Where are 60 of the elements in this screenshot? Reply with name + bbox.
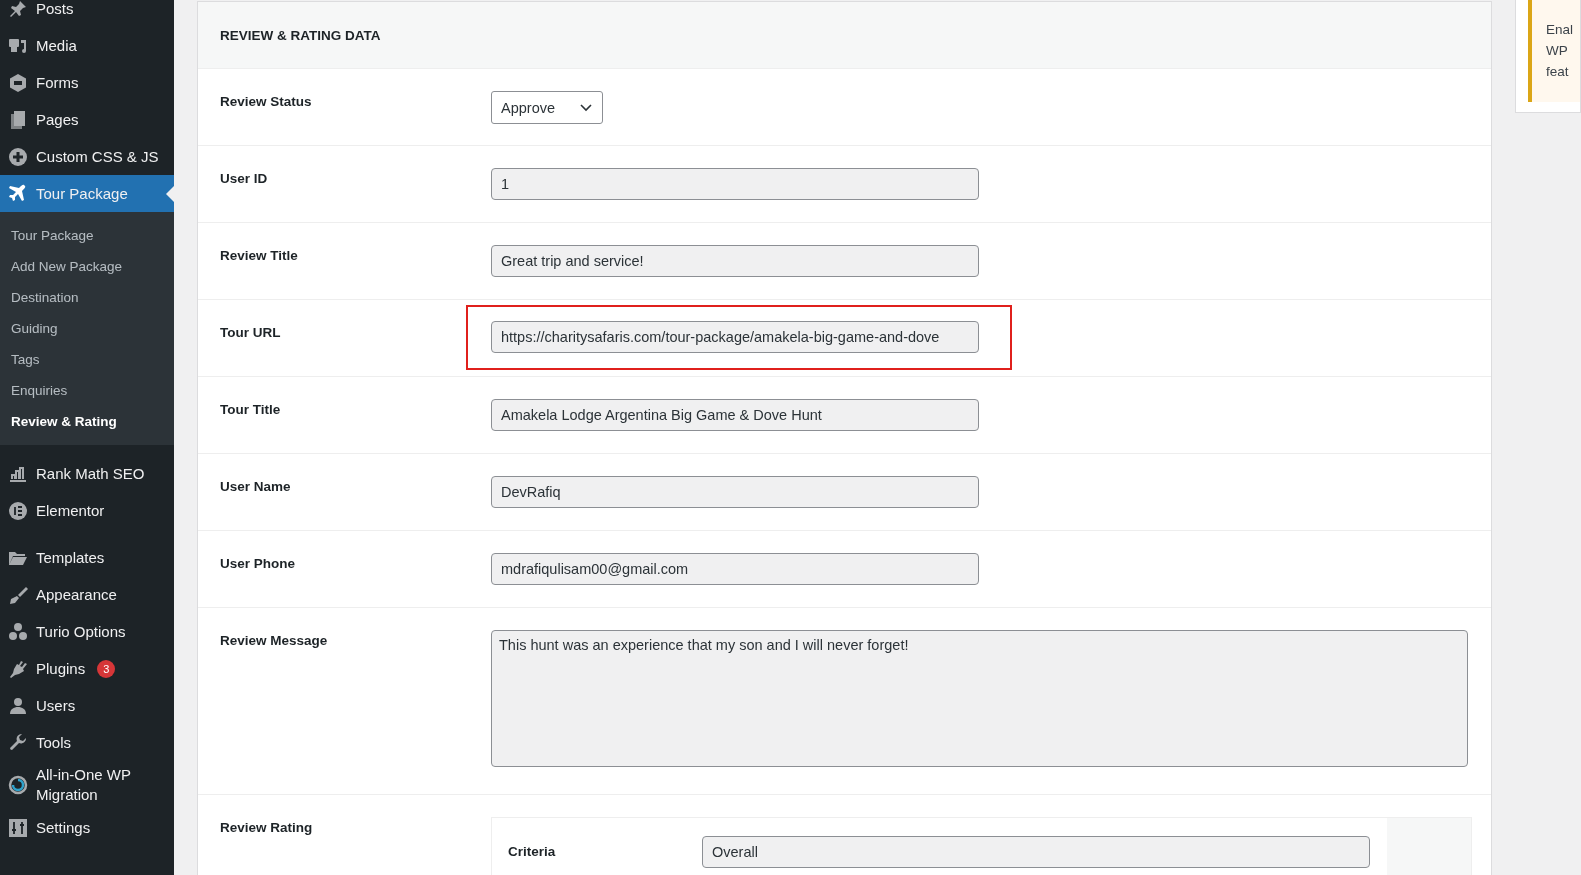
submenu-item[interactable]: Review & Rating: [0, 406, 174, 437]
plug-icon: [8, 658, 28, 679]
pages-icon: [8, 109, 28, 130]
submenu-item[interactable]: Enquiries: [0, 375, 174, 406]
elementor-icon: [8, 500, 28, 521]
menu-item[interactable]: Turio Options: [0, 613, 174, 650]
field-label: Review Message: [220, 632, 329, 650]
wrench-icon: [8, 732, 28, 753]
field-label: Review Title: [220, 247, 299, 265]
plane-icon: [8, 183, 28, 204]
menu-item[interactable]: Elementor: [0, 492, 174, 529]
field-label: Review Status: [220, 93, 313, 111]
field-label: User ID: [220, 170, 269, 188]
text-field[interactable]: Amakela Lodge Argentina Big Game & Dove Hunt: [491, 399, 979, 431]
field-label: Tour Title: [220, 401, 282, 419]
notice-text: Enal: [1546, 21, 1575, 39]
menu-item[interactable]: Rank Math SEO: [0, 455, 174, 492]
menu-item[interactable]: Custom CSS & JS: [0, 138, 174, 175]
menu-item[interactable]: Pages: [0, 101, 174, 138]
user-icon: [8, 695, 28, 716]
panel-title: REVIEW & RATING DATA: [198, 2, 1491, 69]
message-textarea[interactable]: This hunt was an experience that my son and I will never forget!: [491, 630, 1468, 767]
menu-item[interactable]: Plugins 3: [0, 650, 174, 687]
submenu-item[interactable]: Destination: [0, 282, 174, 313]
menu-item[interactable]: Forms: [0, 64, 174, 101]
menu-item[interactable]: Media: [0, 27, 174, 64]
submenu-item[interactable]: Tags: [0, 344, 174, 375]
status-select[interactable]: Approve: [491, 91, 603, 124]
field-label: User Name: [220, 478, 292, 496]
text-field[interactable]: Great trip and service!: [491, 245, 979, 277]
text-field[interactable]: https://charitysafaris.com/tour-package/amakela-big-game-and-dove: [491, 321, 979, 353]
text-field[interactable]: DevRafiq: [491, 476, 979, 508]
field-label: Review Rating: [220, 819, 314, 837]
forms-icon: [8, 72, 28, 93]
criteria-label: Criteria: [508, 843, 557, 861]
migration-icon: [8, 775, 28, 795]
submenu-item[interactable]: Tour Package: [0, 220, 174, 251]
criteria-field[interactable]: Overall: [702, 836, 1370, 868]
brush-icon: [8, 584, 28, 605]
menu-item[interactable]: All-in-One WP Migration: [0, 761, 174, 809]
text-field[interactable]: mdrafiqulisam00@gmail.com: [491, 553, 979, 585]
pin-icon: [8, 0, 28, 19]
menu-item[interactable]: Appearance: [0, 576, 174, 613]
menu-item[interactable]: Users: [0, 687, 174, 724]
menu-item[interactable]: Settings: [0, 809, 174, 846]
sliders-icon: [8, 817, 28, 838]
menu-item[interactable]: Posts: [0, 0, 174, 27]
plus-icon: [8, 146, 28, 167]
menu-item[interactable]: Tools: [0, 724, 174, 761]
text-field[interactable]: 1: [491, 168, 979, 200]
submenu-item[interactable]: Guiding: [0, 313, 174, 344]
menu-item[interactable]: Tour Package: [0, 175, 174, 212]
field-label: Tour URL: [220, 324, 282, 342]
count-badge: 3: [97, 659, 116, 678]
menu-item[interactable]: Templates: [0, 539, 174, 576]
submenu-item[interactable]: Add New Package: [0, 251, 174, 282]
notice-text: WP: [1546, 42, 1569, 60]
circles-icon: [8, 621, 28, 642]
notice-text: feat: [1546, 63, 1570, 81]
field-label: User Phone: [220, 555, 297, 573]
